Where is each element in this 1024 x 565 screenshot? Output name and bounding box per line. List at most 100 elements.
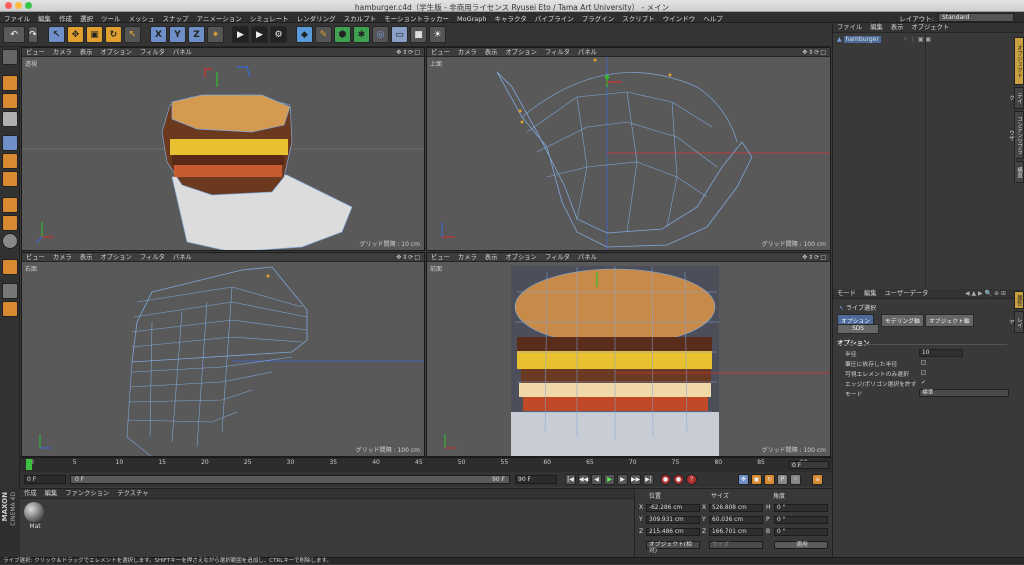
tab-modeling-axis[interactable]: モデリング軸 xyxy=(881,314,924,327)
live-select-icon[interactable]: ↖ xyxy=(48,26,65,43)
vp-menu-camera[interactable]: カメラ xyxy=(454,253,481,262)
deformer-icon[interactable]: ◎ xyxy=(372,26,389,43)
timeline-ruler[interactable]: 051015202530354045505560657075808590 0 F xyxy=(20,457,832,472)
size-x-field[interactable]: 526.808 cm xyxy=(709,504,763,512)
tab-objects[interactable]: オブジェクト xyxy=(1014,37,1024,85)
axis-mode-icon[interactable] xyxy=(2,197,18,213)
om-menu-edit[interactable]: 編集 xyxy=(866,23,887,33)
go-to-start-icon[interactable]: |◀ xyxy=(565,474,576,485)
vp-menu-options[interactable]: オプション xyxy=(501,48,540,57)
prev-frame-icon[interactable]: ◀ xyxy=(591,474,602,485)
make-editable-icon[interactable] xyxy=(2,49,18,65)
viewport-front[interactable]: ビュー カメラ 表示 オプション フィルタ パネル ✥⇕⟳□ 前面 グリッド間隔 : 10… xyxy=(426,252,831,457)
am-menu-edit[interactable]: 編集 xyxy=(860,289,881,299)
move-key-icon[interactable]: ✥ xyxy=(738,474,749,485)
vp-menu-options[interactable]: オプション xyxy=(96,253,135,262)
tab-takes[interactable]: テイク xyxy=(1008,87,1024,109)
playhead[interactable] xyxy=(26,459,32,470)
render-view-icon[interactable]: ▶ xyxy=(232,26,249,43)
undo-icon[interactable]: ↶ xyxy=(3,26,25,43)
visible-only-checkbox[interactable] xyxy=(921,370,926,375)
workplane-icon[interactable] xyxy=(2,111,18,127)
mat-menu-edit[interactable]: 編集 xyxy=(41,489,62,499)
pos-y-field[interactable]: 309.931 cm xyxy=(646,516,700,524)
autokey-icon[interactable]: ● xyxy=(673,474,684,485)
size-y-field[interactable]: 60.036 cm xyxy=(709,516,763,524)
vp-menu-view[interactable]: ビュー xyxy=(22,253,49,262)
vp-menu-filter[interactable]: フィルタ xyxy=(541,48,574,57)
light-icon[interactable]: ☀ xyxy=(429,26,446,43)
vp-menu-panel[interactable]: パネル xyxy=(574,253,601,262)
current-frame-field[interactable]: 0 F xyxy=(789,461,829,469)
radius-field[interactable]: 10 xyxy=(919,349,963,357)
camera-icon[interactable]: ■ xyxy=(410,26,427,43)
frame-range-slider[interactable]: 0 F 90 F xyxy=(70,475,510,484)
texture-mode-icon[interactable] xyxy=(2,93,18,109)
vp-menu-options[interactable]: オプション xyxy=(96,48,135,57)
z-axis-lock-icon[interactable]: Z xyxy=(188,26,205,43)
vp-menu-panel[interactable]: パネル xyxy=(169,48,196,57)
render-picture-viewer-icon[interactable]: ▶ xyxy=(251,26,268,43)
viewport-nav-icons[interactable]: ✥⇕⟳□ xyxy=(396,253,421,262)
record-icon[interactable]: ● xyxy=(660,474,671,485)
param-key-icon[interactable]: P xyxy=(777,474,788,485)
vp-menu-view[interactable]: ビュー xyxy=(427,48,454,57)
vp-menu-filter[interactable]: フィルタ xyxy=(541,253,574,262)
vp-menu-panel[interactable]: パネル xyxy=(574,48,601,57)
tab-attributes[interactable]: 属性 xyxy=(1014,291,1024,309)
move-icon[interactable]: ✥ xyxy=(67,26,84,43)
viewport-top[interactable]: ビュー カメラ 表示 オプション フィルタ パネル ✥⇕⟳□ 上面 グリッド間隔 : 10… xyxy=(426,47,831,251)
layout-select[interactable]: Standard xyxy=(938,13,1014,22)
size-z-field[interactable]: 166.701 cm xyxy=(709,528,763,536)
points-mode-icon[interactable] xyxy=(2,135,18,151)
next-frame-icon[interactable]: ▶ xyxy=(617,474,628,485)
coord-mode-select[interactable]: オブジェクト(相対) xyxy=(646,541,700,554)
play-icon[interactable]: ▶ xyxy=(604,474,615,485)
y-axis-lock-icon[interactable]: Y xyxy=(169,26,186,43)
viewport-nav-icons[interactable]: ✥⇕⟳□ xyxy=(802,253,827,262)
cube-icon[interactable]: ◆ xyxy=(296,26,313,43)
vp-menu-camera[interactable]: カメラ xyxy=(49,48,76,57)
tab-layers[interactable]: レイヤ xyxy=(1008,311,1024,333)
pen-icon[interactable]: ✎ xyxy=(315,26,332,43)
rotate-key-icon[interactable]: ↻ xyxy=(764,474,775,485)
tweak-mode-icon[interactable] xyxy=(2,215,18,231)
scale-icon[interactable]: ▣ xyxy=(86,26,103,43)
mat-menu-create[interactable]: 作成 xyxy=(20,489,41,499)
vp-menu-view[interactable]: ビュー xyxy=(22,48,49,57)
pla-key-icon[interactable]: ⁘ xyxy=(790,474,801,485)
vp-menu-view[interactable]: ビュー xyxy=(427,253,454,262)
edges-mode-icon[interactable] xyxy=(2,153,18,169)
viewport-nav-icons[interactable]: ✥⇕⟳□ xyxy=(802,48,827,57)
tab-sds[interactable]: SDS xyxy=(837,324,879,334)
rotate-icon[interactable]: ↻ xyxy=(105,26,122,43)
floor-icon[interactable]: ▭ xyxy=(391,26,408,43)
rot-b-field[interactable]: 0 ° xyxy=(774,528,828,536)
mode-select[interactable]: 標準 xyxy=(919,389,1009,397)
grid-icon[interactable] xyxy=(2,283,18,299)
prev-key-icon[interactable]: ◀◀ xyxy=(578,474,589,485)
viewport-nav-icons[interactable]: ✥⇕⟳□ xyxy=(396,48,421,57)
timeline-window-icon[interactable]: ≡ xyxy=(812,474,823,485)
vp-menu-display[interactable]: 表示 xyxy=(76,253,97,262)
end-frame-field[interactable]: 90 F xyxy=(515,475,557,484)
next-key-icon[interactable]: ▶▶ xyxy=(630,474,641,485)
polygons-mode-icon[interactable] xyxy=(2,171,18,187)
start-frame-field[interactable]: 0 F xyxy=(24,475,66,484)
keyframe-selection-icon[interactable]: ? xyxy=(686,474,697,485)
apply-button[interactable]: 適用 xyxy=(774,541,828,549)
scale-key-icon[interactable]: ▣ xyxy=(751,474,762,485)
model-mode-icon[interactable] xyxy=(2,75,18,91)
mat-menu-function[interactable]: ファンクション xyxy=(61,489,113,499)
tab-content-browser[interactable]: コンテンツブラウザ xyxy=(1008,111,1024,159)
am-menu-mode[interactable]: モード xyxy=(833,289,860,299)
size-mode-select[interactable]: サイズ xyxy=(709,541,763,549)
vp-menu-options[interactable]: オプション xyxy=(501,253,540,262)
viewport-perspective[interactable]: ビュー カメラ 表示 オプション フィルタ パネル ✥⇕⟳□ 透視 グリッド間隔 : 10… xyxy=(21,47,425,251)
pos-z-field[interactable]: 215.486 cm xyxy=(646,528,700,536)
subdivision-icon[interactable]: ⬢ xyxy=(334,26,351,43)
mat-menu-texture[interactable]: テクスチャ xyxy=(113,489,152,499)
pos-x-field[interactable]: -62.286 cm xyxy=(646,504,700,512)
material-swatch[interactable]: Mat xyxy=(24,502,46,532)
pressure-radius-checkbox[interactable] xyxy=(921,360,926,365)
